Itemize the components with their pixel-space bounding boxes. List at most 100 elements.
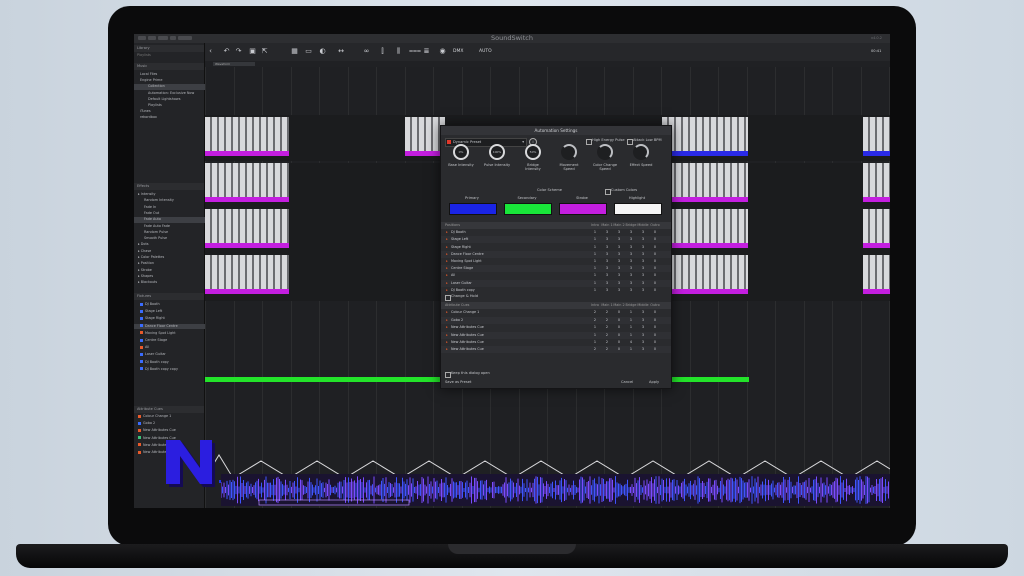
split-icon[interactable]: ⫿ xyxy=(379,47,386,55)
effect-item[interactable]: Fade In xyxy=(134,205,214,211)
intensity-clip[interactable] xyxy=(662,163,748,197)
save-icon[interactable]: ▣ xyxy=(249,47,256,55)
intensity-clip[interactable] xyxy=(662,255,748,289)
table-row[interactable]: ▸ DJ Booth copy 1 3 3 3 3 0 xyxy=(441,286,671,294)
effect-item[interactable]: ▸ Shapes xyxy=(134,274,208,280)
knob-control[interactable] xyxy=(561,144,577,160)
table-row[interactable]: ▸ New Attributes Cue 2 2 0 1 3 0 xyxy=(441,346,671,354)
music-tree-item[interactable]: rekordbox xyxy=(134,115,210,121)
align-icon[interactable]: ⫼ xyxy=(395,47,402,55)
color-wheel-icon[interactable]: ◐ xyxy=(319,47,326,55)
apply-button[interactable]: Apply xyxy=(649,380,659,385)
adjust-icon[interactable]: ⩶ xyxy=(409,47,421,55)
intensity-clip[interactable] xyxy=(863,163,890,197)
effect-item[interactable]: Random Intensity xyxy=(134,198,214,204)
undo-icon[interactable]: ↶ xyxy=(223,47,230,55)
table-row[interactable]: ▸ New Attributes Cue 1 2 0 1 3 0 xyxy=(441,331,671,339)
redo-icon[interactable]: ↷ xyxy=(235,47,242,55)
knob-control[interactable] xyxy=(633,144,649,160)
table-row[interactable]: ▸ Dance Floor Centre 1 3 3 3 3 0 xyxy=(441,250,671,258)
intensity-clip[interactable] xyxy=(205,255,289,289)
export-icon[interactable]: ⇱ xyxy=(261,47,268,55)
effect-item[interactable]: ▸ Chase xyxy=(134,249,208,255)
table-row[interactable]: ▸ Colour Change 1 2 2 0 1 3 0 xyxy=(441,309,671,317)
fixture-item[interactable]: All xyxy=(134,345,210,351)
fixture-item[interactable]: DJ Booth copy xyxy=(134,360,210,366)
effect-item[interactable]: Smooth Pulse xyxy=(134,236,214,242)
fixture-item[interactable]: Stage Left xyxy=(134,309,210,315)
strobe-clip[interactable] xyxy=(405,151,445,156)
strobe-clip[interactable] xyxy=(662,289,748,294)
attribute-cue-item[interactable]: Colour Change 1 xyxy=(134,414,208,420)
color-swatch-primary[interactable] xyxy=(449,203,497,215)
intensity-clip[interactable] xyxy=(205,163,289,197)
knob-control[interactable]: 50% xyxy=(525,144,541,160)
intensity-clip[interactable] xyxy=(863,209,890,243)
table-row[interactable]: ▸ Laser Guitar 1 3 3 3 3 0 xyxy=(441,279,671,287)
fixture-item[interactable]: Laser Guitar xyxy=(134,352,210,358)
primary-clip[interactable] xyxy=(863,151,890,156)
fixture-item[interactable]: DJ Booth copy copy xyxy=(134,367,210,373)
color-swatch-strobe[interactable] xyxy=(559,203,607,215)
attribute-cue-item[interactable]: Gobo 2 xyxy=(134,421,208,427)
strobe-clip[interactable] xyxy=(863,197,890,202)
intensity-clip[interactable] xyxy=(863,117,890,151)
table-row[interactable]: ▸ Moving Spot Light 1 3 3 3 3 0 xyxy=(441,258,671,265)
effect-item[interactable]: ▸ Dots xyxy=(134,242,208,248)
strobe-clip[interactable] xyxy=(205,151,289,156)
waveform-tab[interactable]: Waveform xyxy=(213,62,255,66)
view-icon[interactable]: ◉ xyxy=(439,47,446,55)
intensity-clip[interactable] xyxy=(205,117,289,151)
intensity-clip[interactable] xyxy=(662,209,748,243)
layout-icon[interactable]: ▭ xyxy=(305,47,312,55)
fixture-item[interactable]: DJ Booth xyxy=(134,302,210,308)
effect-item[interactable]: Fade Out xyxy=(134,211,214,217)
strobe-clip[interactable] xyxy=(205,243,289,248)
secondary-color-clip[interactable] xyxy=(669,377,749,382)
primary-clip[interactable] xyxy=(662,151,748,156)
audio-waveform[interactable] xyxy=(221,474,890,506)
strobe-clip[interactable] xyxy=(863,289,890,294)
effect-item[interactable]: ▸ Color Palettes xyxy=(134,255,208,261)
strobe-clip[interactable] xyxy=(662,243,748,248)
table-row[interactable]: ▸ Stage Right 1 3 3 3 3 0 xyxy=(441,243,671,251)
back-icon[interactable]: ‹ xyxy=(207,47,214,55)
strobe-clip[interactable] xyxy=(662,197,748,202)
auto-button[interactable]: AUTO xyxy=(479,47,492,56)
table-row[interactable]: ▸ Centre Stage 1 3 3 3 3 0 xyxy=(441,265,671,273)
strobe-clip[interactable] xyxy=(205,289,289,294)
effect-item[interactable]: ▸ Intensity xyxy=(134,192,208,198)
music-tree-item[interactable]: Engine Prime xyxy=(134,78,210,84)
music-tree-item[interactable]: Local Files xyxy=(134,72,210,78)
dmx-button[interactable]: DMX xyxy=(453,47,463,56)
cancel-button[interactable]: Cancel xyxy=(621,380,633,385)
effect-item[interactable]: Random Pulse xyxy=(134,230,214,236)
knob-control[interactable] xyxy=(597,144,613,160)
table-row[interactable]: ▸ All 1 3 3 3 3 0 xyxy=(441,272,671,280)
strobe-clip[interactable] xyxy=(205,197,289,202)
table-row[interactable]: ▸ Stage Left 1 3 3 3 3 0 xyxy=(441,236,671,244)
table-row[interactable]: ▸ Gobo 2 2 2 0 1 3 0 xyxy=(441,316,671,324)
intensity-clip[interactable] xyxy=(205,209,289,243)
table-row[interactable]: ▸ New Attributes Cue 1 2 0 1 3 0 xyxy=(441,324,671,332)
save-as-preset-button[interactable]: Save as Preset xyxy=(445,380,471,385)
fixture-item[interactable]: Dance Floor Centre xyxy=(134,323,210,330)
knob-control[interactable]: 100% xyxy=(489,144,505,160)
grid-icon[interactable]: ▦ xyxy=(291,47,298,55)
fixture-item[interactable]: Moving Spot Light xyxy=(134,331,210,337)
table-row[interactable]: ▸ New Attributes Cue 1 2 0 4 3 0 xyxy=(441,339,671,346)
music-tree-item[interactable]: iTunes xyxy=(134,109,210,115)
fixture-item[interactable]: Stage Right xyxy=(134,316,210,322)
intensity-clip[interactable] xyxy=(863,255,890,289)
range-icon[interactable]: ↔ xyxy=(333,47,349,55)
strobe-clip[interactable] xyxy=(863,243,890,248)
color-swatch-highlight[interactable] xyxy=(614,203,662,215)
intensity-clip[interactable] xyxy=(662,117,748,151)
link-icon[interactable]: ∞ xyxy=(363,47,370,55)
effect-item[interactable]: ▸ Blackouts xyxy=(134,280,208,286)
effect-item[interactable]: Fade Auto xyxy=(134,217,214,223)
color-swatch-secondary[interactable] xyxy=(504,203,552,215)
intensity-clip[interactable] xyxy=(405,117,445,151)
effect-item[interactable]: Fade Auto Fade xyxy=(134,224,214,230)
table-row[interactable]: ▸ DJ Booth 1 3 3 3 3 0 xyxy=(441,229,671,237)
